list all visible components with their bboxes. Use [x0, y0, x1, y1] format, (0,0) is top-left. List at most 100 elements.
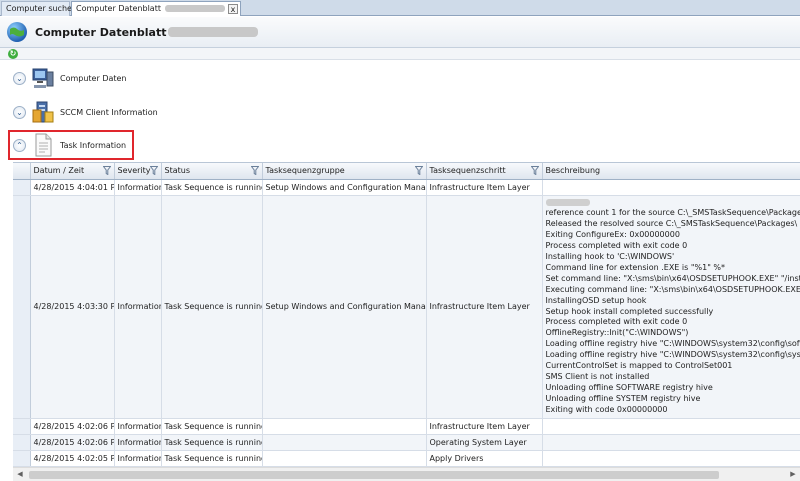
desc-line: Exiting ConfigureEx: 0x00000000	[545, 230, 680, 240]
desc-line: Unloading offline SYSTEM registry hive	[545, 393, 701, 403]
cell-status: Task Sequence is running	[161, 450, 263, 467]
cell-group	[262, 418, 427, 435]
desc-line: Process completed with exit code 0	[545, 317, 688, 327]
expand-icon[interactable]: ⌄	[13, 72, 26, 85]
cell-step: Infrastructure Item Layer	[426, 195, 543, 419]
scrollbar-thumb[interactable]	[29, 471, 719, 479]
column-header-datum[interactable]: Datum / Zeit	[30, 163, 115, 180]
task-table: Datum / Zeit Severity Status Tasksequenz…	[13, 163, 800, 467]
table-row[interactable]: 4/28/2015 4:04:01 PM Information Task Se…	[13, 179, 800, 196]
cell-severity: Information	[114, 179, 162, 196]
desc-line: Released the resolved source C:\_SMSTask…	[545, 219, 798, 229]
desc-line: Command line for extension .EXE is "%1" …	[545, 262, 726, 272]
filter-icon[interactable]	[102, 166, 111, 175]
cell-status: Task Sequence is running	[161, 195, 263, 419]
task-grid: Datum / Zeit Severity Status Tasksequenz…	[13, 162, 800, 467]
toolbar: ↻	[0, 48, 800, 60]
cell-group	[262, 450, 427, 467]
desc-line: InstallingOSD setup hook	[545, 295, 647, 305]
cell-date: 4/28/2015 4:02:06 PM	[30, 434, 115, 451]
cell-description: reference count 1 for the source C:\_SMS…	[542, 195, 800, 419]
cell-date: 4/28/2015 4:04:01 PM	[30, 179, 115, 196]
cell-severity: Information	[114, 195, 162, 419]
row-selector[interactable]	[13, 179, 31, 196]
redacted-name	[164, 5, 225, 12]
desc-line: OfflineRegistry::Init("C:\WINDOWS")	[545, 328, 689, 338]
row-selector[interactable]	[13, 434, 31, 451]
column-header-status[interactable]: Status	[161, 163, 263, 180]
column-label: Severity	[117, 166, 151, 176]
refresh-icon[interactable]: ↻	[8, 49, 18, 59]
globe-icon	[7, 22, 27, 42]
filter-icon[interactable]	[530, 166, 539, 175]
cell-group	[262, 434, 427, 451]
left-gutter	[0, 162, 13, 481]
filter-icon[interactable]	[149, 166, 158, 175]
horizontal-scrollbar[interactable]: ◀ ▶	[13, 467, 800, 481]
desc-line: Loading offline registry hive "C:\WINDOW…	[545, 350, 800, 360]
computer-icon	[32, 68, 54, 88]
cell-date: 4/28/2015 4:02:05 PM	[30, 450, 115, 467]
table-row[interactable]: 4/28/2015 4:02:05 PM Information Task Se…	[13, 450, 800, 467]
desc-line: Setup hook install completed successfull…	[545, 306, 714, 316]
cell-severity: Information	[114, 450, 162, 467]
column-header-tasksequenzgruppe[interactable]: Tasksequenzgruppe	[262, 163, 427, 180]
column-label: Tasksequenzschritt	[429, 166, 506, 176]
desc-line: reference count 1 for the source C:\_SMS…	[545, 208, 800, 218]
desc-line: CurrentControlSet is mapped to ControlSe…	[545, 361, 733, 371]
page-header: Computer Datenblatt von:	[0, 17, 800, 48]
column-label: Datum / Zeit	[33, 166, 85, 176]
column-header-beschreibung[interactable]: Beschreibung	[542, 163, 800, 180]
expand-icon[interactable]: ⌄	[13, 106, 26, 119]
desc-line: Installing hook to 'C:\WINDOWS'	[545, 252, 675, 262]
cell-description	[542, 418, 800, 435]
column-header-tasksequenzschritt[interactable]: Tasksequenzschritt	[426, 163, 543, 180]
desc-line: Set command line: "X:\sms\bin\x64\OSDSET…	[545, 273, 800, 283]
section-label: SCCM Client Information	[60, 108, 158, 117]
scroll-right-icon[interactable]: ▶	[786, 468, 800, 481]
filter-icon[interactable]	[250, 166, 259, 175]
section-label: Computer Daten	[60, 74, 127, 83]
cell-group: Setup Windows and Configuration Manager	[262, 195, 427, 419]
tab-computer-suchen[interactable]: Computer suchen	[1, 1, 77, 16]
column-header-severity[interactable]: Severity	[114, 163, 162, 180]
cell-step: Apply Drivers	[426, 450, 543, 467]
cell-severity: Information	[114, 434, 162, 451]
cell-date: 4/28/2015 4:03:30 PM	[30, 195, 115, 419]
cell-severity: Information	[114, 418, 162, 435]
column-label: Status	[164, 166, 191, 176]
row-selector-header	[13, 163, 31, 180]
cell-step: Infrastructure Item Layer	[426, 179, 543, 196]
row-selector[interactable]	[13, 195, 31, 419]
filter-icon[interactable]	[414, 166, 423, 175]
cell-group: Setup Windows and Configuration Manager	[262, 179, 427, 196]
cell-step: Operating System Layer	[426, 434, 543, 451]
cell-date: 4/28/2015 4:02:06 PM	[30, 418, 115, 435]
redacted-computer-name	[168, 27, 258, 37]
table-header: Datum / Zeit Severity Status Tasksequenz…	[13, 163, 800, 180]
table-row[interactable]: 4/28/2015 4:02:06 PM Information Task Se…	[13, 434, 800, 451]
cell-description	[542, 434, 800, 451]
cell-step: Infrastructure Item Layer	[426, 418, 543, 435]
cell-description	[542, 450, 800, 467]
tab-strip: Computer suchen Computer Datenblatt x	[0, 0, 800, 16]
desc-line: Process completed with exit code 0	[545, 241, 688, 251]
tab-label: Computer Datenblatt	[76, 4, 161, 13]
highlight-box	[8, 130, 134, 160]
row-selector[interactable]	[13, 450, 31, 467]
column-label: Beschreibung	[545, 166, 601, 176]
desc-line: Exiting with code 0x00000000	[545, 404, 668, 414]
scroll-left-icon[interactable]: ◀	[13, 468, 27, 481]
tab-computer-datenblatt[interactable]: Computer Datenblatt x	[71, 1, 241, 16]
column-label: Tasksequenzgruppe	[265, 166, 345, 176]
redacted-line	[545, 198, 800, 209]
table-row[interactable]: 4/28/2015 4:02:06 PM Information Task Se…	[13, 418, 800, 435]
close-icon[interactable]: x	[228, 4, 238, 14]
cell-status: Task Sequence is running	[161, 179, 263, 196]
desc-line: SMS Client is not installed	[545, 372, 650, 381]
server-icon	[32, 101, 54, 123]
row-selector[interactable]	[13, 418, 31, 435]
desc-line: Unloading offline SOFTWARE registry hive	[545, 382, 713, 392]
cell-status: Task Sequence is running	[161, 418, 263, 435]
table-row[interactable]: 4/28/2015 4:03:30 PM Information Task Se…	[13, 195, 800, 419]
